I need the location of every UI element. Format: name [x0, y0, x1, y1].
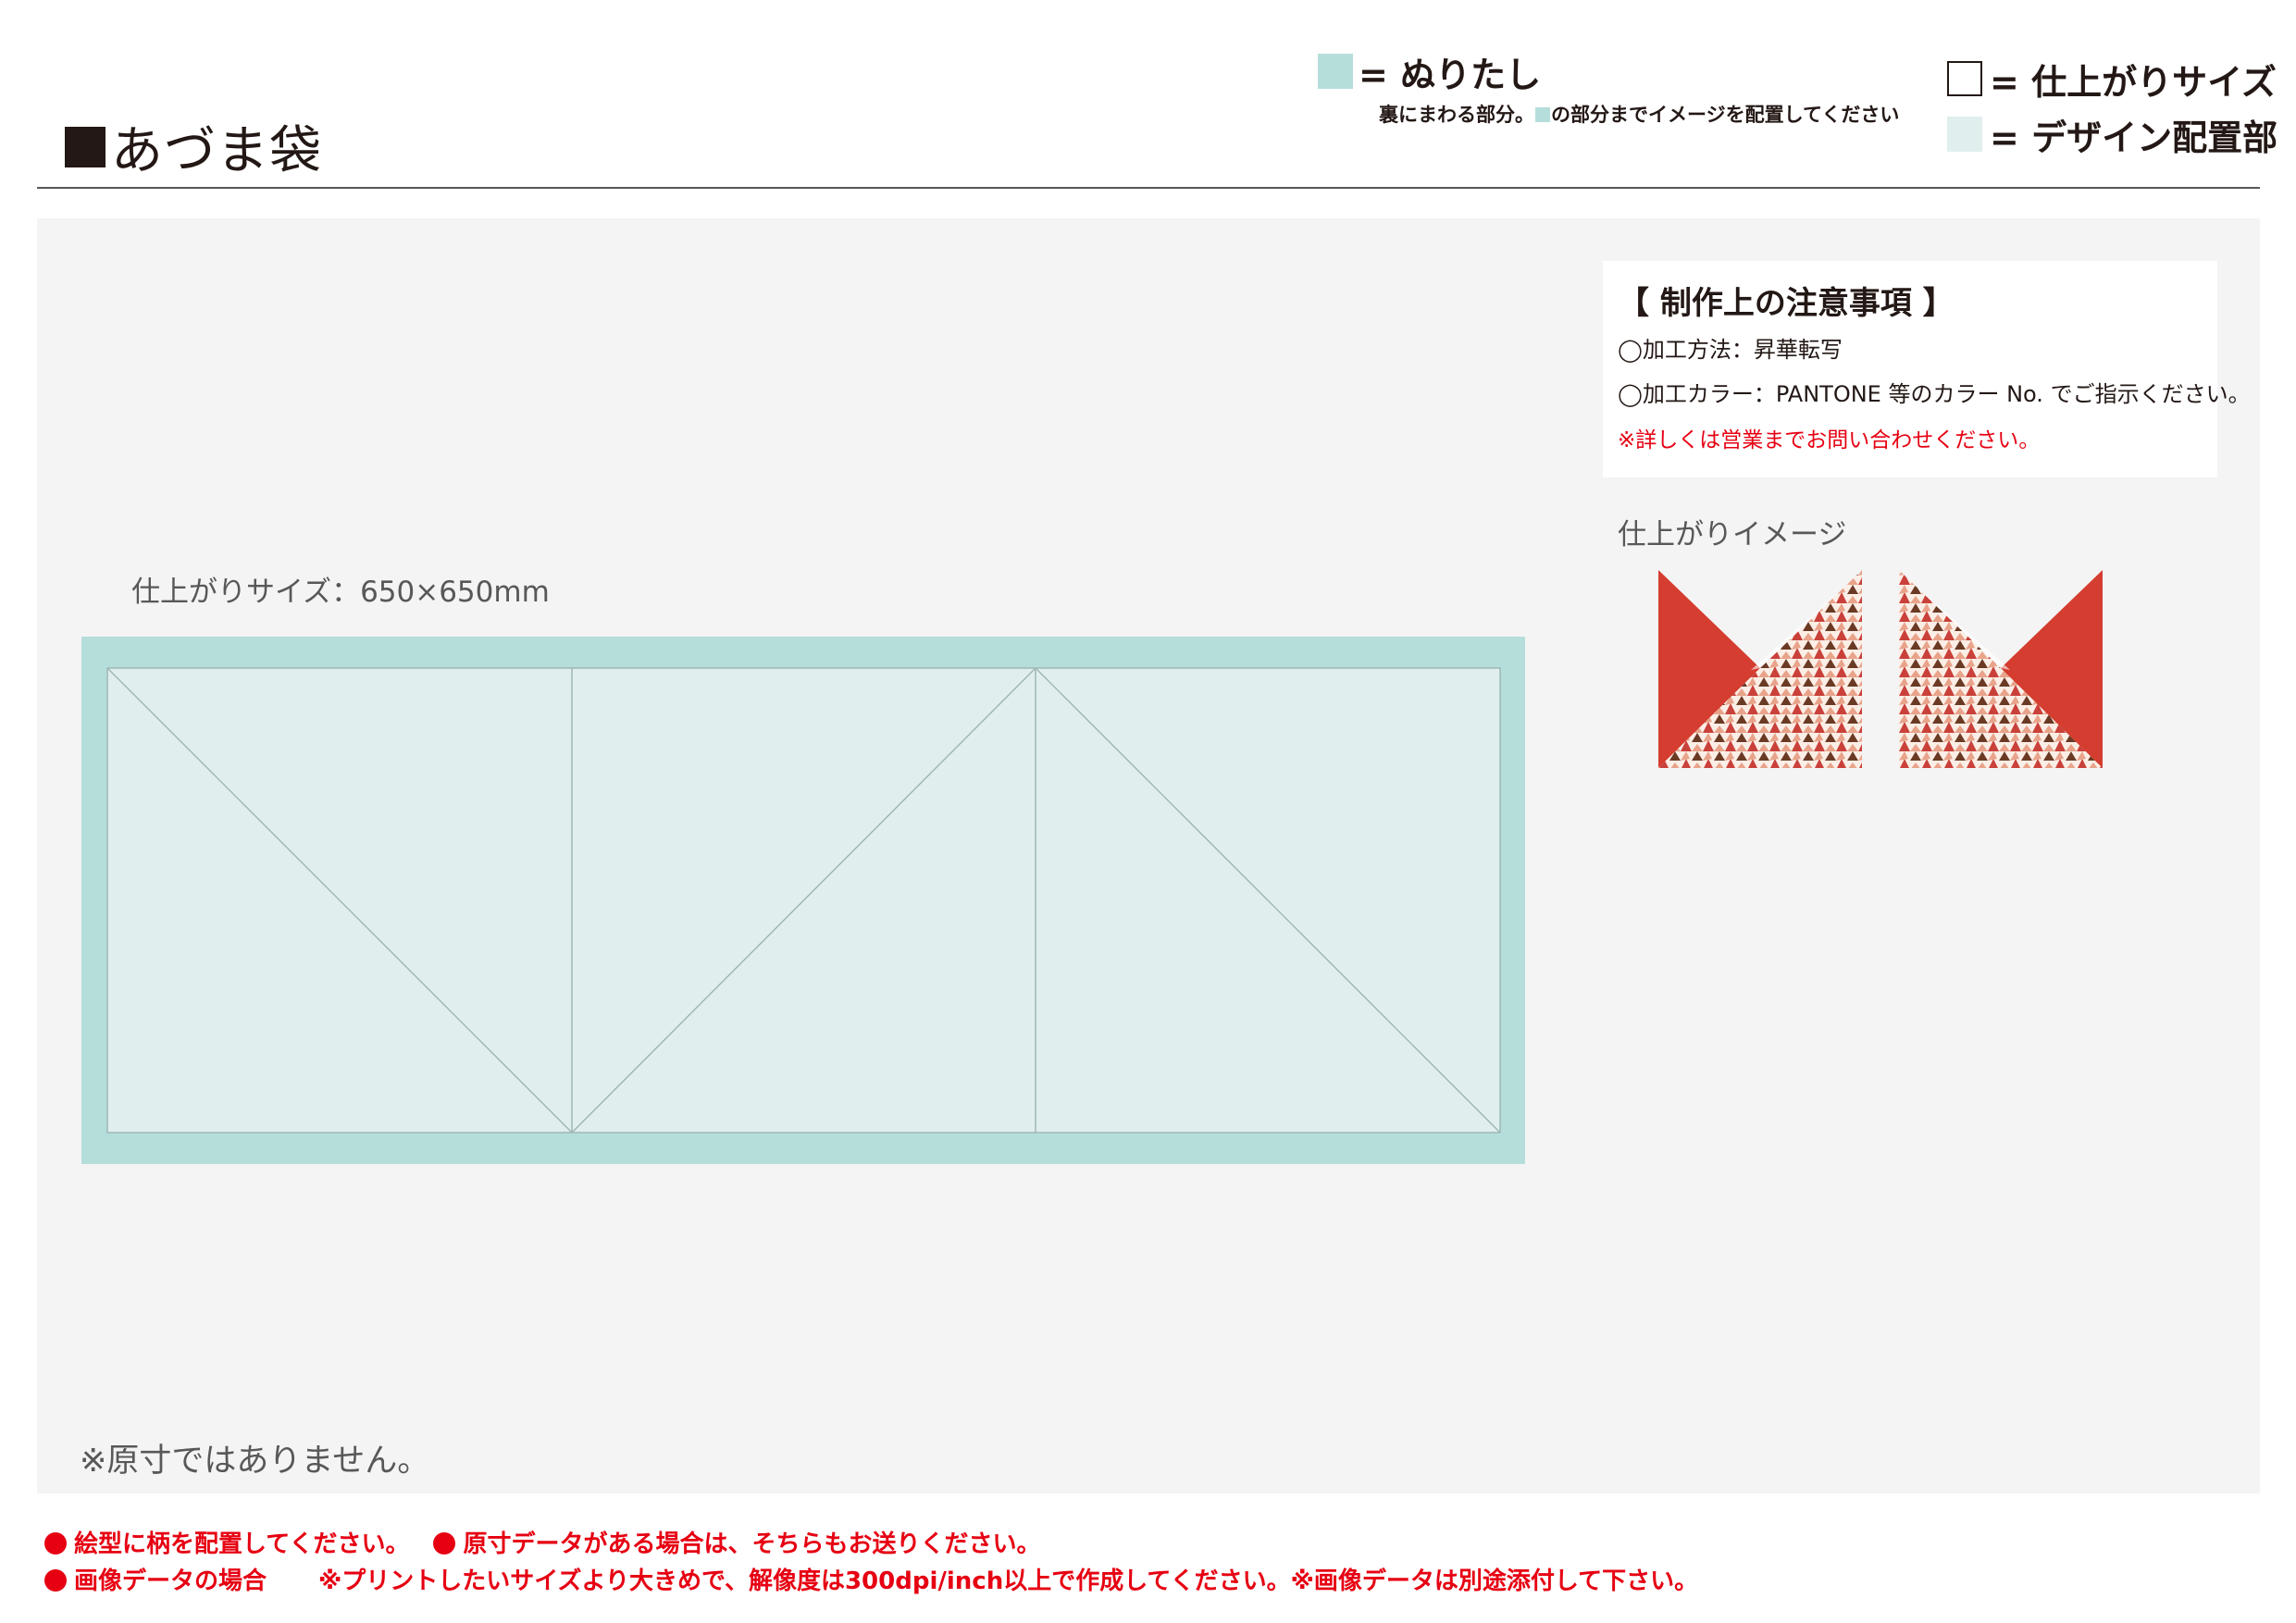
- legend-bleed-note: 裏にまわる部分。 の部分までイメージを配置してください: [1379, 100, 1899, 128]
- page-title-block: あづま袋: [65, 109, 322, 184]
- bullet-icon: [433, 1532, 456, 1555]
- footer-place-pattern: 絵型に柄を配置してください。: [74, 1530, 410, 1558]
- preview-label: 仕上がりイメージ: [1618, 518, 1847, 551]
- finished-bag-preview: [1658, 570, 2103, 768]
- legend-design-label: = デザイン配置部: [1990, 118, 2278, 158]
- legend-finish-label: = 仕上がりサイズ: [1990, 62, 2277, 103]
- title-square-icon: [65, 126, 105, 167]
- legend-bleed-mini-swatch: [1535, 107, 1550, 122]
- legend-bleed-swatch: [1318, 54, 1353, 89]
- note-method: ◯加工方法：昇華転写: [1618, 337, 1843, 363]
- note-color: ◯加工カラー：PANTONE 等のカラー No. でご指示ください。: [1618, 381, 2251, 407]
- footer-send-original: 原寸データがある場合は、そちらもお送りください。: [463, 1530, 1041, 1558]
- finish-size-label: 仕上がりサイズ：650×650mm: [131, 576, 550, 609]
- bullet-icon: [44, 1532, 67, 1555]
- legend-design-swatch: [1947, 117, 1982, 152]
- footer-line-1: 絵型に柄を配置してください。 原寸データがある場合は、そちらもお送りください。: [44, 1525, 1040, 1559]
- notes-title: 【 制作上の注意事項 】: [1618, 285, 1955, 322]
- legend-bleed-label: = ぬりたし: [1359, 55, 1542, 95]
- template-pattern: [81, 637, 1525, 1164]
- footer-image-data: 画像データの場合: [74, 1567, 267, 1595]
- preview-bag-right: [1899, 570, 2103, 768]
- preview-bag-left: [1658, 570, 1862, 768]
- legend-bleed-note-after: の部分までイメージを配置してください: [1551, 104, 1900, 126]
- legend-bleed-note-before: 裏にまわる部分。: [1379, 104, 1534, 126]
- note-contact: ※詳しくは営業までお問い合わせください。: [1618, 428, 2041, 452]
- footer-line-2: 画像データの場合 ※プリントしたいサイズより大きめで、解像度は300dpi/inc…: [44, 1562, 1698, 1596]
- footer-resolution-note: ※プリントしたいサイズより大きめで、解像度は300dpi/inch以上で作成して…: [318, 1567, 1699, 1595]
- page-title: あづま袋: [111, 121, 322, 181]
- header-divider: [37, 187, 2260, 189]
- not-actual-size-note: ※原寸ではありません。: [80, 1443, 430, 1480]
- legend-finish-swatch: [1947, 61, 1982, 96]
- bullet-icon: [44, 1569, 67, 1592]
